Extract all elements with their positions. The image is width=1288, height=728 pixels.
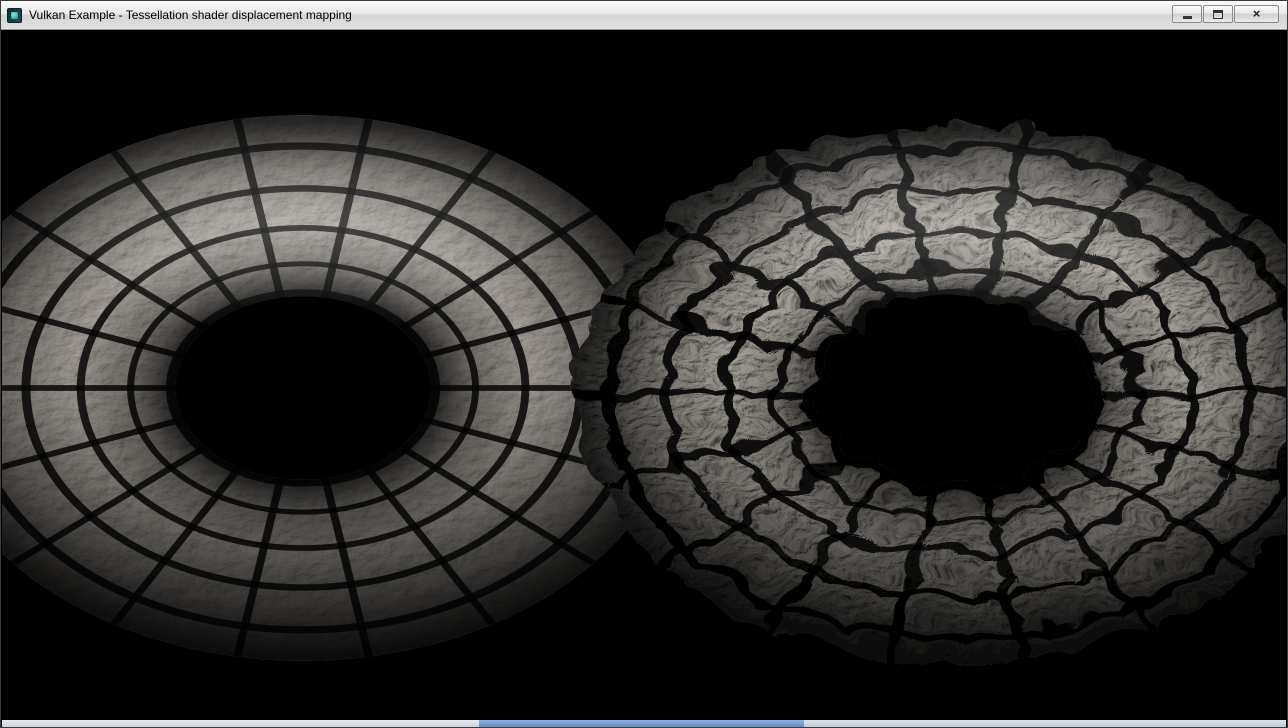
- title-bar[interactable]: Vulkan Example - Tessellation shader dis…: [1, 1, 1287, 30]
- close-button[interactable]: ×: [1234, 5, 1279, 23]
- vulkan-scene[interactable]: [2, 31, 1286, 720]
- taskbar-left: [2, 720, 479, 727]
- window-controls: ×: [1172, 5, 1279, 23]
- window-title: Vulkan Example - Tessellation shader dis…: [29, 8, 352, 22]
- maximize-icon: [1213, 10, 1223, 19]
- close-icon: ×: [1253, 7, 1261, 20]
- app-window: Vulkan Example - Tessellation shader dis…: [0, 0, 1288, 728]
- taskbar-active-window-button[interactable]: [479, 720, 804, 727]
- maximize-button[interactable]: [1203, 5, 1233, 23]
- taskbar-strip[interactable]: [2, 720, 1286, 727]
- render-viewport[interactable]: [2, 31, 1286, 720]
- minimize-button[interactable]: [1172, 5, 1202, 23]
- minimize-icon: [1183, 16, 1192, 19]
- taskbar-right: [804, 720, 1286, 727]
- vulkan-example-icon: [7, 8, 22, 23]
